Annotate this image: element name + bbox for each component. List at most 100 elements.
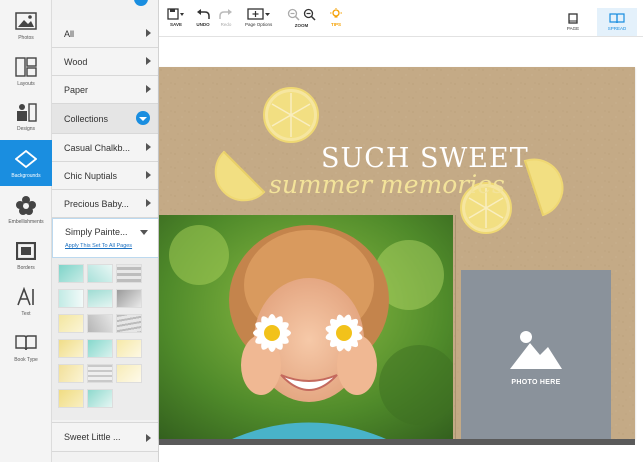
rail-book-type[interactable]: Book Type: [0, 324, 52, 370]
photo-placeholder-label: PHOTO HERE: [511, 378, 561, 386]
redo-icon: [219, 9, 232, 19]
collection-label: Sweet Little ...: [64, 432, 121, 442]
thumbnail[interactable]: [58, 289, 84, 308]
main-photo-image: [159, 215, 453, 445]
rail-borders-label: Borders: [17, 264, 35, 271]
collection-label: Simply Painte...: [65, 227, 128, 237]
thumbnail[interactable]: [116, 264, 142, 283]
collection-label: Casual Chalkb...: [64, 142, 131, 153]
category-label: Wood: [64, 56, 88, 67]
thumbnail[interactable]: [87, 364, 113, 383]
rail-backgrounds[interactable]: Backgrounds: [0, 140, 52, 186]
open-book-icon: [609, 13, 625, 24]
thumbnail[interactable]: [116, 289, 142, 308]
book-spread[interactable]: SUCH SWEET summer memories PHOTO HERE: [159, 67, 635, 445]
spread-gutter: [455, 215, 456, 445]
page-title-line2[interactable]: summer memories: [269, 170, 505, 199]
chevron-down-icon: [136, 111, 150, 125]
background-thumbnails: [52, 258, 158, 420]
image-placeholder-icon: [510, 330, 562, 369]
photos-icon: [14, 10, 38, 32]
text-icon: [14, 286, 38, 308]
spread-view-label: SPREAD: [607, 26, 627, 31]
undo-icon: [197, 9, 210, 19]
zoom-in-icon[interactable]: [303, 8, 316, 21]
tips-label: TIPS: [330, 22, 341, 27]
zoom-label: ZOOM: [294, 23, 309, 28]
thumbnail[interactable]: [87, 389, 113, 408]
apply-set-link[interactable]: Apply This Set To All Pages: [65, 243, 132, 249]
thumbnail[interactable]: [58, 314, 84, 333]
thumbnail[interactable]: [87, 264, 113, 283]
book-type-icon: [14, 332, 38, 354]
lightbulb-icon: [330, 8, 342, 18]
spread-view-button[interactable]: SPREAD: [597, 8, 637, 36]
rail-backgrounds-label: Backgrounds: [11, 172, 41, 179]
rail-designs[interactable]: Designs: [0, 93, 52, 139]
borders-icon: [14, 240, 38, 262]
tool-rail: Photos Layouts Designs Backgrounds Embel…: [0, 0, 52, 462]
undo-button[interactable]: UNDO: [196, 8, 210, 27]
chevron-right-icon: [146, 29, 151, 37]
caret-down-icon: [140, 230, 148, 235]
page-options-icon: [246, 8, 270, 20]
page-view-button[interactable]: PAGE: [553, 8, 593, 36]
thumbnail[interactable]: [87, 289, 113, 308]
collection-simply-painted[interactable]: Simply Painte... Apply This Set To All P…: [52, 218, 158, 258]
rail-embellishments[interactable]: Embellishments: [0, 186, 52, 232]
thumbnail[interactable]: [116, 364, 142, 383]
chevron-right-icon: [146, 143, 151, 151]
embellishments-icon: [14, 194, 38, 216]
top-toolbar: SAVE UNDO Redo Page Options ZOOM TIPS PA…: [159, 0, 643, 37]
backgrounds-panel: All Wood Paper Collections Casual Chalkb…: [52, 0, 159, 462]
redo-button[interactable]: Redo: [219, 8, 233, 27]
main-photo[interactable]: [159, 215, 453, 445]
collection-chic-nuptials[interactable]: Chic Nuptials: [52, 162, 158, 190]
lemon-half: [214, 150, 266, 202]
page-options-button[interactable]: Page Options: [245, 8, 272, 27]
page-icon: [568, 13, 578, 24]
spread-edge: [159, 439, 635, 445]
rail-photos[interactable]: Photos: [0, 2, 52, 48]
thumbnail[interactable]: [116, 339, 142, 358]
thumbnail[interactable]: [116, 314, 142, 333]
thumbnail[interactable]: [58, 264, 84, 283]
rail-borders[interactable]: Borders: [0, 232, 52, 278]
rail-text[interactable]: Text: [0, 278, 52, 324]
collection-precious-baby[interactable]: Precious Baby...: [52, 190, 158, 218]
collection-sweet-little[interactable]: Sweet Little ...: [52, 422, 158, 452]
rail-layouts-label: Layouts: [17, 80, 35, 87]
save-button[interactable]: SAVE: [167, 8, 185, 27]
thumbnail[interactable]: [87, 314, 113, 333]
zoom-controls: ZOOM: [287, 8, 316, 28]
collection-casual-chalkboard[interactable]: Casual Chalkb...: [52, 134, 158, 162]
thumbnail[interactable]: [58, 389, 84, 408]
undo-label: UNDO: [196, 22, 210, 27]
app-window: Photos Layouts Designs Backgrounds Embel…: [0, 0, 643, 462]
save-icon: [167, 8, 184, 20]
layouts-icon: [14, 56, 38, 78]
thumbnail[interactable]: [87, 339, 113, 358]
panel-scroll-indicator: [134, 0, 148, 6]
thumbnail[interactable]: [58, 364, 84, 383]
chevron-right-icon: [146, 434, 151, 442]
category-paper[interactable]: Paper: [52, 76, 158, 104]
photo-placeholder[interactable]: PHOTO HERE: [461, 270, 611, 444]
editor-canvas: SUCH SWEET summer memories PHOTO HERE: [159, 37, 643, 462]
category-collections[interactable]: Collections: [52, 104, 158, 134]
category-wood[interactable]: Wood: [52, 48, 158, 76]
rail-photos-label: Photos: [18, 34, 34, 41]
page-options-label: Page Options: [245, 22, 273, 27]
tips-button[interactable]: TIPS: [329, 8, 343, 27]
rail-text-label: Text: [21, 310, 31, 317]
designs-icon: [14, 101, 38, 123]
rail-layouts[interactable]: Layouts: [0, 48, 52, 94]
page-view-label: PAGE: [566, 26, 580, 31]
collection-label: Chic Nuptials: [64, 170, 118, 181]
category-all[interactable]: All: [52, 20, 158, 48]
redo-label: Redo: [220, 22, 232, 27]
thumbnail[interactable]: [58, 339, 84, 358]
zoom-out-icon[interactable]: [287, 8, 300, 21]
rail-embellishments-label: Embellishments: [8, 218, 44, 225]
lemon-slice: [263, 87, 319, 143]
